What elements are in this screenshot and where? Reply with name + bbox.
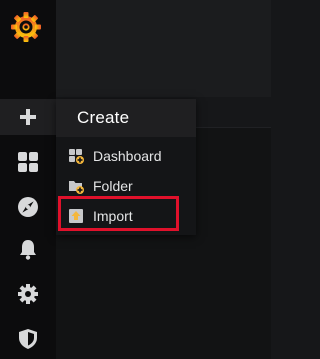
- grafana-window: Create Dashboard Folder Import: [0, 0, 271, 359]
- nav-configuration-button[interactable]: [0, 276, 56, 312]
- dashboard-add-icon: [68, 148, 84, 164]
- folder-add-icon: [68, 178, 84, 194]
- dashboards-grid-icon: [18, 152, 38, 172]
- gear-configuration-icon: [18, 284, 38, 304]
- nav-dashboards-button[interactable]: [0, 144, 56, 180]
- grafana-logo-icon[interactable]: [9, 9, 43, 43]
- nav-alerting-button[interactable]: [0, 231, 56, 267]
- side-navigation: [0, 0, 56, 359]
- compass-explore-icon: [18, 197, 38, 217]
- content-header-area: [56, 0, 271, 97]
- dropdown-title: Create: [77, 108, 130, 127]
- menu-item-dashboard[interactable]: Dashboard: [56, 141, 196, 171]
- bell-alerting-icon: [20, 240, 36, 260]
- menu-item-label: Dashboard: [93, 148, 162, 164]
- import-highlight-box: [58, 196, 179, 231]
- dropdown-header: Create: [56, 99, 196, 137]
- nav-server-admin-button[interactable]: [0, 321, 56, 357]
- nav-create-button[interactable]: [0, 99, 56, 135]
- plus-icon: [20, 109, 36, 125]
- shield-admin-icon: [19, 329, 37, 349]
- nav-explore-button[interactable]: [0, 189, 56, 225]
- menu-item-label: Folder: [93, 178, 133, 194]
